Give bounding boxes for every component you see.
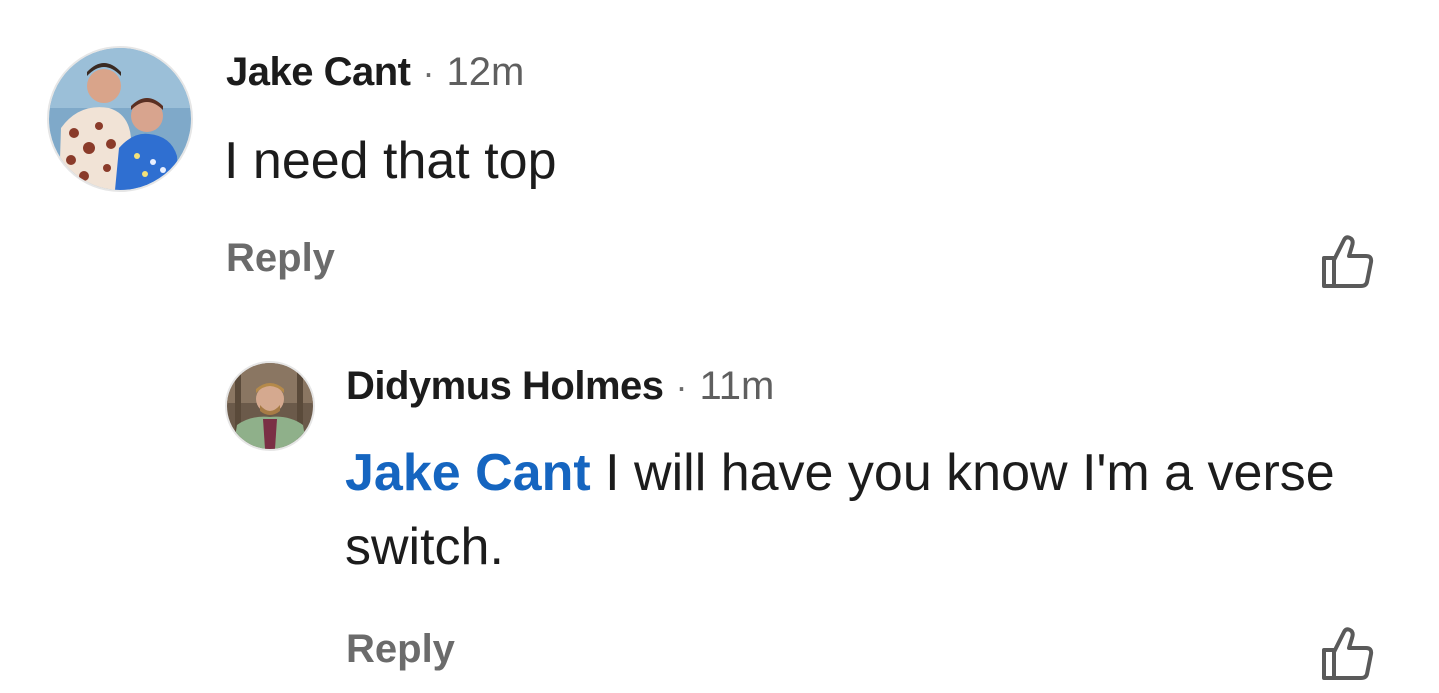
thumbs-up-icon [1322,235,1374,288]
avatar[interactable] [47,46,193,192]
like-button[interactable] [1318,232,1378,292]
mention-link[interactable]: Jake Cant [345,444,591,502]
comment-text: I need that top [224,124,557,198]
comment-meta: Didymus Holmes · 11m [346,364,774,409]
comment-meta: Jake Cant · 12m [226,50,524,95]
reply-button[interactable]: Reply [346,627,455,672]
comment: Jake Cant · 12m I need that top Reply [0,0,1439,330]
separator-dot: · [422,52,435,93]
profile-photo-icon [227,363,313,449]
profile-photo-icon [49,48,191,190]
comment-body: I need that top [224,132,557,190]
avatar[interactable] [225,361,315,451]
author-name[interactable]: Didymus Holmes [346,364,664,409]
thumbs-up-icon [1322,627,1374,680]
reply-button[interactable]: Reply [226,236,335,281]
comment-reply: Didymus Holmes · 11m Jake Cant I will ha… [0,340,1439,693]
author-name[interactable]: Jake Cant [226,50,411,95]
like-button[interactable] [1318,624,1378,684]
timestamp[interactable]: 11m [700,364,775,409]
separator-dot: · [675,366,688,407]
comment-text: Jake Cant I will have you know I'm a ver… [345,436,1345,584]
timestamp[interactable]: 12m [446,50,524,95]
